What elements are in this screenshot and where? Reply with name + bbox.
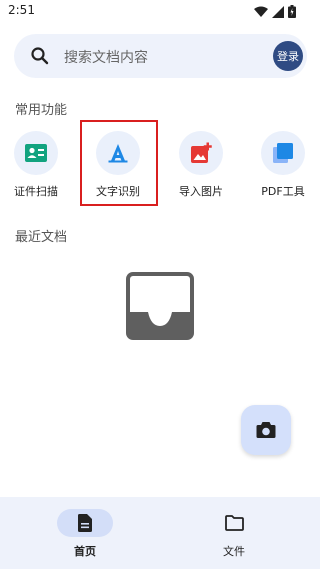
camera-icon bbox=[256, 422, 276, 438]
function-id-scan[interactable]: 证件扫描 bbox=[3, 131, 69, 199]
function-label: PDF工具 bbox=[261, 185, 305, 198]
nav-files[interactable]: 文件 bbox=[189, 509, 279, 559]
function-import-image[interactable]: 导入图片 bbox=[168, 131, 234, 199]
section-title-common: 常用功能 bbox=[15, 103, 68, 118]
nav-label: 文件 bbox=[223, 545, 245, 558]
status-bar: 2:51 bbox=[0, 0, 320, 24]
battery-icon bbox=[288, 5, 296, 18]
empty-inbox-icon bbox=[126, 272, 194, 340]
folder-icon bbox=[224, 515, 244, 531]
section-title-recent: 最近文档 bbox=[15, 230, 68, 245]
login-button[interactable]: 登录 bbox=[273, 41, 303, 71]
bottom-nav: 首页 文件 bbox=[0, 497, 320, 569]
nav-home[interactable]: 首页 bbox=[40, 509, 130, 559]
image-import-icon bbox=[191, 142, 212, 163]
function-icon-bg bbox=[179, 131, 223, 175]
document-icon bbox=[78, 514, 92, 532]
search-icon bbox=[31, 47, 49, 65]
function-label: 证件扫描 bbox=[14, 185, 58, 198]
search-bar[interactable]: 搜索文档内容 登录 bbox=[14, 34, 307, 78]
function-icon-bg bbox=[14, 131, 58, 175]
pdf-tool-icon bbox=[273, 143, 293, 163]
wifi-icon bbox=[254, 6, 268, 17]
status-time: 2:51 bbox=[8, 3, 35, 17]
id-card-icon bbox=[25, 144, 47, 162]
nav-home-pill bbox=[57, 509, 113, 537]
function-pdf-tools[interactable]: PDF工具 bbox=[250, 131, 316, 199]
function-label: 导入图片 bbox=[179, 185, 223, 198]
highlight-box bbox=[80, 120, 158, 206]
camera-button[interactable] bbox=[241, 405, 291, 455]
signal-icon bbox=[272, 5, 284, 18]
nav-label: 首页 bbox=[74, 545, 96, 558]
status-icons bbox=[254, 5, 296, 18]
search-input[interactable]: 搜索文档内容 bbox=[64, 47, 148, 67]
nav-files-pill bbox=[206, 509, 262, 537]
function-icon-bg bbox=[261, 131, 305, 175]
